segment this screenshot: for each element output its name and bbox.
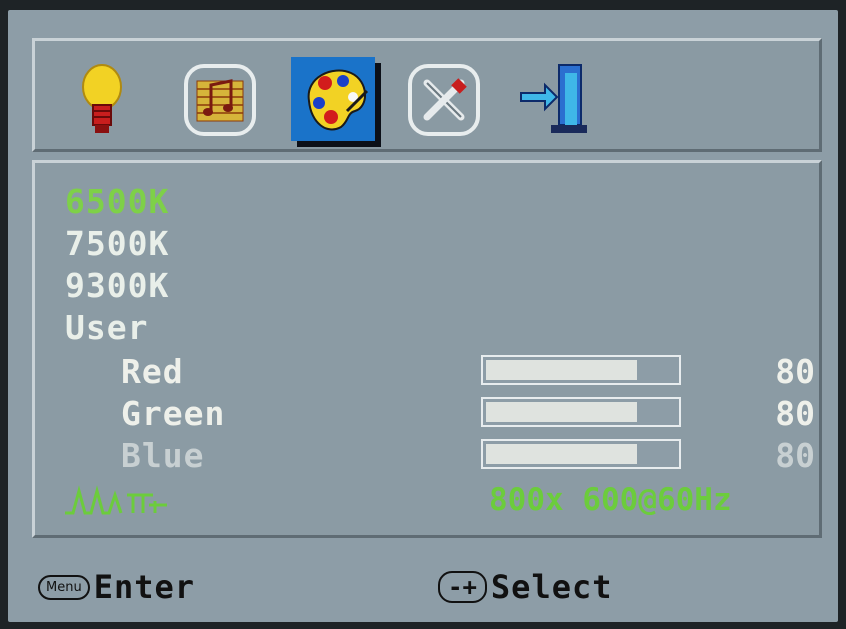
enter-hint: Menu Enter bbox=[38, 568, 195, 606]
blue-label: Blue bbox=[121, 436, 205, 475]
lightbulb-icon[interactable] bbox=[75, 59, 129, 139]
color-temperature-panel: 6500K 7500K 9300K User Red 80 Green 80 B… bbox=[32, 160, 822, 538]
blue-slider-fill bbox=[486, 444, 637, 464]
red-slider-fill bbox=[486, 360, 637, 380]
red-label: Red bbox=[121, 352, 184, 391]
music-notes-icon[interactable] bbox=[183, 63, 257, 137]
menu-icon-bar bbox=[32, 38, 822, 152]
select-hint: -+ Select bbox=[438, 568, 613, 606]
menu-item-user[interactable]: User bbox=[65, 311, 148, 344]
red-value: 80 bbox=[775, 352, 815, 391]
signal-waveform-icon bbox=[63, 481, 183, 521]
osd-window: 6500K 7500K 9300K User Red 80 Green 80 B… bbox=[8, 10, 838, 622]
red-slider[interactable] bbox=[481, 355, 681, 385]
blue-slider[interactable] bbox=[481, 439, 681, 469]
select-label: Select bbox=[490, 568, 613, 606]
tools-icon[interactable] bbox=[407, 63, 481, 137]
minus-plus-button-icon[interactable]: -+ bbox=[438, 570, 487, 604]
green-slider-fill bbox=[486, 402, 637, 422]
exit-door-icon[interactable] bbox=[515, 59, 595, 139]
palette-icon[interactable] bbox=[289, 55, 381, 147]
green-label: Green bbox=[121, 394, 226, 433]
enter-label: Enter bbox=[93, 568, 196, 606]
menu-item-7500k[interactable]: 7500K bbox=[65, 227, 169, 260]
menu-button-icon[interactable]: Menu bbox=[38, 574, 90, 600]
footer-hints: Menu Enter -+ Select bbox=[32, 550, 822, 620]
menu-item-6500k[interactable]: 6500K bbox=[65, 185, 169, 218]
resolution-readout: 800x 600@60Hz bbox=[489, 482, 732, 518]
menu-item-9300k[interactable]: 9300K bbox=[65, 269, 169, 302]
blue-value: 80 bbox=[775, 436, 815, 475]
green-slider[interactable] bbox=[481, 397, 681, 427]
green-value: 80 bbox=[775, 394, 815, 433]
